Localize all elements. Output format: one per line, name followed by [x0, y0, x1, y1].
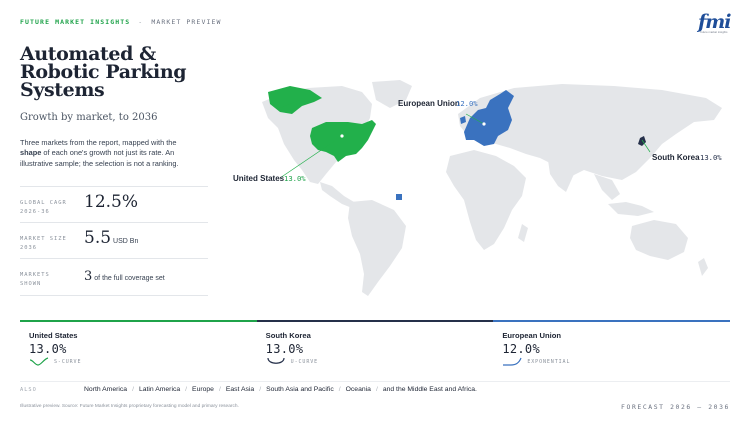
description-emphasis: shape [20, 148, 42, 158]
stat-markets-shown: MARKETS SHOWN 3 of the full coverage set [20, 258, 208, 296]
stat-market-size: MARKET SIZE 2036 5.5 USD Bn [20, 222, 208, 260]
stat-value: 12.5% [84, 192, 138, 212]
stat-label: MARKET SIZE 2036 [20, 235, 80, 253]
stat-label: GLOBAL CAGR 2026-36 [20, 199, 80, 217]
description-text-end: of each one's growth not just its rate. … [20, 148, 179, 168]
stat-label: MARKETS SHOWN [20, 271, 80, 289]
card-name: European Union [502, 331, 561, 340]
breadcrumb-separator: - [138, 18, 144, 26]
logo-tagline: future market insights [700, 31, 728, 34]
card-value: 12.0% [502, 342, 540, 356]
stat-label-line2: 2026-36 [20, 209, 50, 215]
page-description: Three markets from the report, mapped wi… [20, 138, 198, 169]
marker-us [340, 134, 344, 138]
page-title: Automated & Robotic Parking Systems [20, 43, 187, 101]
card-shape-label: EXPONENTIAL [527, 358, 571, 365]
also-covered-row: ALSO North America / Latin America / Eur… [20, 381, 730, 393]
region-link[interactable]: Latin America [139, 386, 180, 393]
market-cards: United States 13.0% S-CURVE South Korea … [20, 320, 731, 372]
stat-label-line2: SHOWN [20, 281, 42, 287]
stat-value: 3 of the full coverage set [84, 269, 165, 284]
card-south-korea[interactable]: South Korea 13.0% U-CURVE [256, 320, 494, 372]
callout-european-union-name: European Union [398, 99, 460, 108]
land-south-america [348, 200, 406, 296]
callout-south-korea-value: 13.0% [700, 153, 722, 162]
description-text-start: Three markets from the report, mapped wi… [20, 138, 177, 147]
stat-label-line2: 2036 [20, 245, 37, 251]
region-separator: / [185, 386, 188, 393]
fmi-logo[interactable]: fmi future market insights [698, 11, 732, 36]
page-subtitle: Growth by market, to 2036 [20, 112, 158, 123]
also-label: ALSO [20, 386, 37, 393]
card-shape-label: S-CURVE [54, 358, 82, 365]
land-central-america [320, 182, 354, 208]
footer-forecast-range: FORECAST 2026 – 2036 [621, 403, 730, 411]
exponential-curve-icon [503, 357, 522, 366]
stat-label-line1: GLOBAL CAGR [20, 200, 67, 206]
callout-united-states-value: 13.0% [284, 174, 306, 183]
region-link[interactable]: Oceania [346, 386, 371, 393]
stat-label-line1: MARKETS [20, 272, 50, 278]
callout-united-states-name: United States [233, 174, 285, 183]
land-australia [630, 220, 688, 260]
land-new-zealand [698, 258, 708, 276]
card-name: South Korea [265, 331, 311, 340]
region-link[interactable]: Europe [192, 386, 214, 393]
land-indonesia [608, 202, 654, 216]
stat-label-line1: MARKET SIZE [20, 236, 67, 242]
region-french-guiana [396, 194, 402, 200]
logo-word: fmi [698, 11, 732, 33]
callout-european-union-value: 12.0% [456, 99, 478, 108]
region-separator: / [259, 386, 262, 393]
stat-unit: USD Bn [113, 238, 139, 245]
land-africa [446, 150, 526, 250]
card-shape-label: U-CURVE [290, 358, 319, 365]
region-separator: / [218, 386, 221, 393]
marker-eu [482, 122, 486, 126]
also-region-list: North America / Latin America / Europe /… [84, 386, 477, 393]
region-link[interactable]: South Asia and Pacific [266, 386, 334, 393]
footer-note: Illustrative preview. Source: Future Mar… [20, 404, 239, 409]
check-curve-icon [29, 357, 49, 366]
land-madagascar [518, 224, 528, 242]
top-bar: FUTURE MARKET INSIGHTS - MARKET PREVIEW [20, 18, 222, 26]
region-link[interactable]: and the Middle East and Africa. [383, 386, 477, 393]
card-united-states[interactable]: United States 13.0% S-CURVE [20, 320, 257, 372]
stat-number: 3 [84, 269, 93, 284]
region-separator: / [375, 386, 378, 393]
u-curve-icon [267, 357, 285, 364]
card-shape: U-CURVE [266, 357, 318, 366]
stat-number: 5.5 [84, 228, 112, 248]
card-european-union[interactable]: European Union 12.0% EXPONENTIAL [493, 320, 731, 372]
card-value: 13.0% [29, 342, 67, 356]
card-name: United States [29, 331, 78, 340]
world-map: European Union 12.0% South Korea 13.0% U… [233, 80, 722, 296]
callout-south-korea-name: South Korea [652, 153, 700, 162]
stat-value: 5.5 USD Bn [84, 228, 138, 248]
region-link[interactable]: North America [84, 386, 127, 393]
brand-name[interactable]: FUTURE MARKET INSIGHTS [20, 18, 130, 26]
breadcrumb-section: MARKET PREVIEW [151, 18, 222, 26]
region-separator: / [338, 386, 341, 393]
card-shape: EXPONENTIAL [502, 357, 570, 366]
stat-unit: of the full coverage set [94, 275, 165, 282]
card-shape: S-CURVE [29, 357, 81, 366]
region-separator: / [132, 386, 134, 393]
region-link[interactable]: East Asia [226, 386, 254, 393]
stat-number: 12.5% [84, 192, 139, 212]
card-value: 13.0% [265, 342, 304, 356]
stat-global-cagr: GLOBAL CAGR 2026-36 12.5% [20, 186, 208, 224]
